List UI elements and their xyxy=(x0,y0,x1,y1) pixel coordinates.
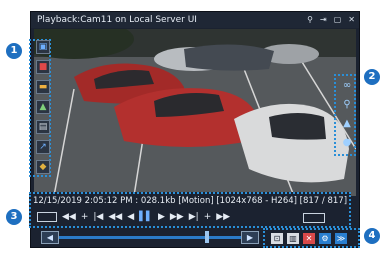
title-bar: Playback:Cam11 on Local Server UI ⚲ ⇥ ▢ … xyxy=(31,12,359,28)
control-button-0[interactable]: ◀◀ xyxy=(62,212,76,222)
playback-controls: 12/15/2019 2:05:12 PM : 028.1kb [Motion]… xyxy=(29,192,351,228)
camera-select-icon[interactable]: ▣ xyxy=(36,40,50,54)
title-icons: ⚲ ⇥ ▢ ✕ xyxy=(307,12,355,28)
timeline-thumb[interactable] xyxy=(205,231,209,243)
camera-video[interactable] xyxy=(34,29,356,196)
callout-4: 4 xyxy=(364,228,380,244)
folder-icon[interactable]: ▬ xyxy=(36,80,50,94)
grid-icon[interactable]: ▥ xyxy=(287,232,299,244)
popout-icon[interactable]: ↗ xyxy=(36,140,50,154)
close-icon[interactable]: ✕ xyxy=(348,12,355,28)
right-toolbar: ∞ ⚲ ▲ ● xyxy=(338,76,356,156)
control-button-5[interactable]: ▌▌ xyxy=(139,212,153,222)
end-field[interactable] xyxy=(303,213,325,223)
timeline-prev-button[interactable]: ◀ xyxy=(41,231,59,244)
control-button-7[interactable]: ▶▶ xyxy=(170,212,184,222)
export-icon[interactable]: ⇥ xyxy=(320,12,327,28)
control-button-2[interactable]: |◀ xyxy=(93,212,103,222)
speed-field[interactable] xyxy=(37,212,57,222)
picture-icon[interactable]: ▲ xyxy=(340,116,354,130)
left-toolbar: ▣ ■ ▬ ▲ ▤ ↗ ◆ xyxy=(34,40,52,188)
bottom-right-icons: ⊡ ▥ ✕ ⚙ ≫ xyxy=(263,228,360,248)
prev-icon: ◀ xyxy=(46,233,54,242)
control-button-8[interactable]: ▶| xyxy=(189,212,199,222)
stop-record-icon[interactable]: ■ xyxy=(36,60,50,74)
status-line: 12/15/2019 2:05:12 PM : 028.1kb [Motion]… xyxy=(32,196,348,206)
parking-lot-scene xyxy=(34,29,356,196)
control-buttons: ◀◀ + |◀ ◀◀ ◀ ▌▌ ▶ ▶▶ ▶| + ▶▶ xyxy=(37,210,230,224)
image-icon[interactable]: ▲ xyxy=(36,100,50,114)
control-button-3[interactable]: ◀◀ xyxy=(108,212,122,222)
window-title: Playback:Cam11 on Local Server UI xyxy=(37,15,197,25)
control-button-9[interactable]: + xyxy=(204,212,212,222)
next-icon: ▶ xyxy=(246,233,254,242)
print-icon[interactable]: ▤ xyxy=(36,120,50,134)
timeline-next-button[interactable]: ▶ xyxy=(241,231,259,244)
pin-icon[interactable]: ⚲ xyxy=(307,12,313,28)
frame-icon[interactable]: ⊡ xyxy=(271,232,283,244)
callout-1: 1 xyxy=(6,43,22,59)
tag-icon[interactable]: ◆ xyxy=(36,160,50,174)
control-button-6[interactable]: ▶ xyxy=(158,212,165,222)
maximize-icon[interactable]: ▢ xyxy=(334,12,342,28)
binoculars-icon[interactable]: ∞ xyxy=(340,78,354,92)
forward-icon[interactable]: ≫ xyxy=(335,232,347,244)
control-button-10[interactable]: ▶▶ xyxy=(216,212,230,222)
callout-3: 3 xyxy=(6,209,22,225)
microphone-icon[interactable]: ● xyxy=(340,135,354,149)
control-button-1[interactable]: + xyxy=(81,212,89,222)
control-button-4[interactable]: ◀ xyxy=(127,212,134,222)
zoom-icon[interactable]: ⚲ xyxy=(340,97,354,111)
settings-icon[interactable]: ⚙ xyxy=(319,232,331,244)
callout-2: 2 xyxy=(364,69,380,85)
bookmark-icon[interactable]: ✕ xyxy=(303,232,315,244)
timeline-track[interactable] xyxy=(59,236,244,239)
